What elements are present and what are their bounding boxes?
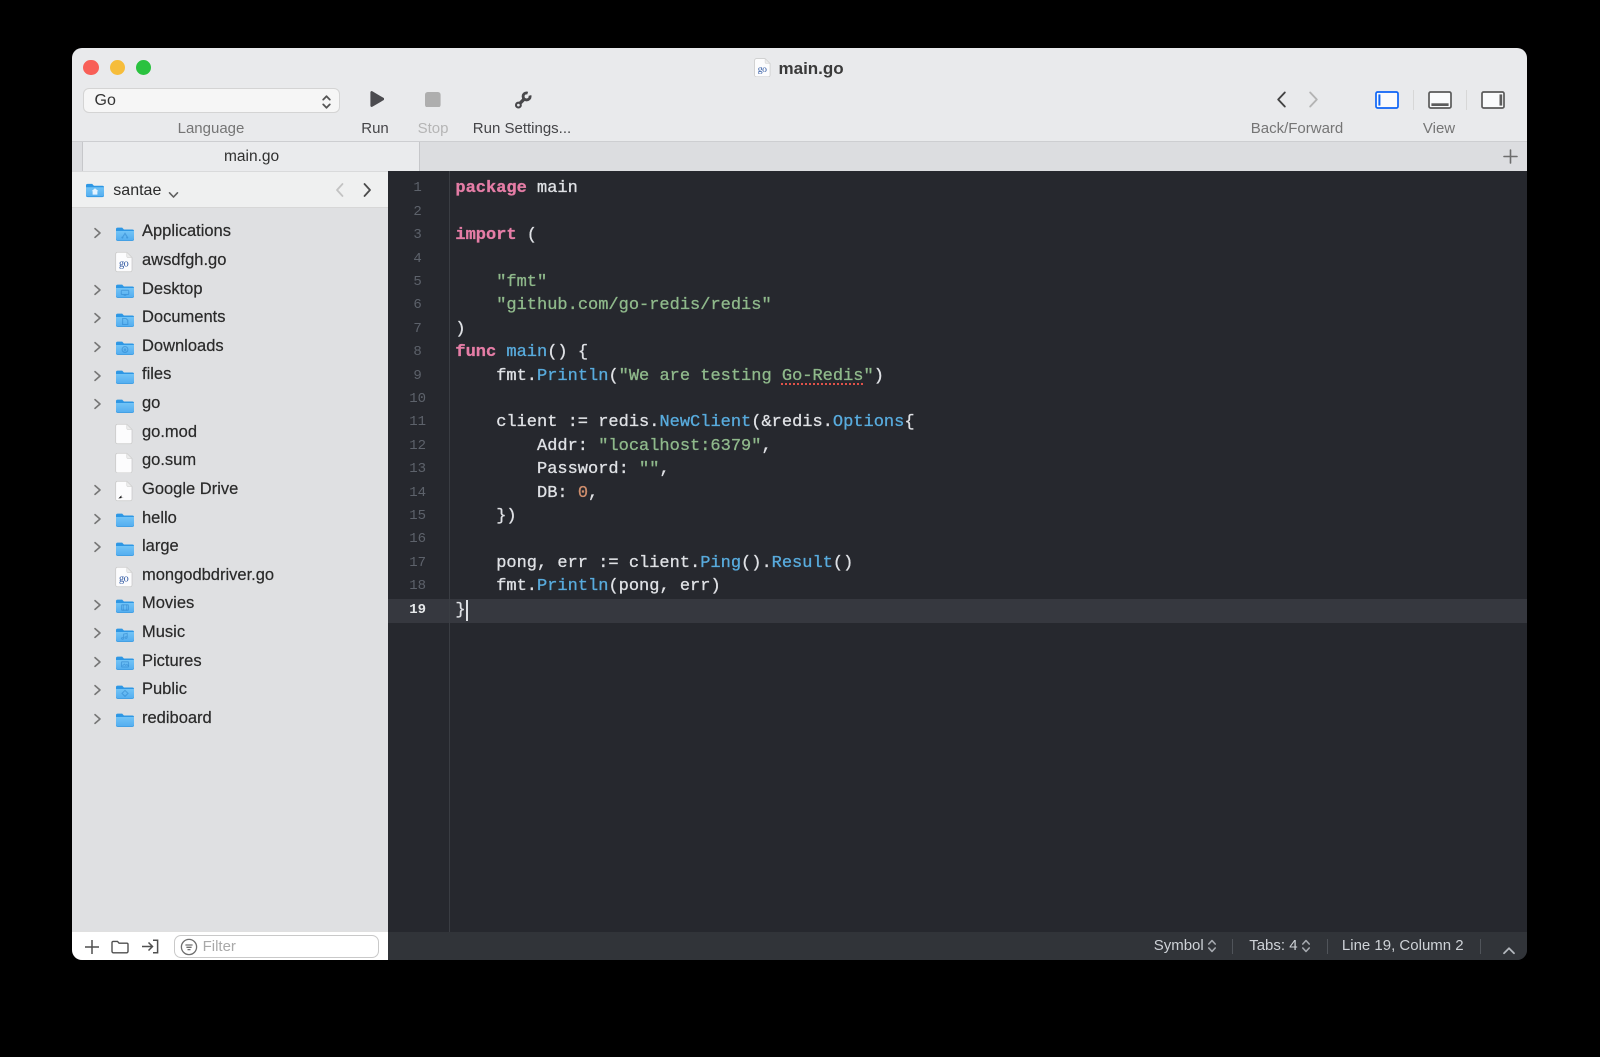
svg-text:go: go [119, 574, 129, 585]
svg-text:go: go [119, 259, 129, 270]
svg-text:go: go [758, 64, 767, 75]
